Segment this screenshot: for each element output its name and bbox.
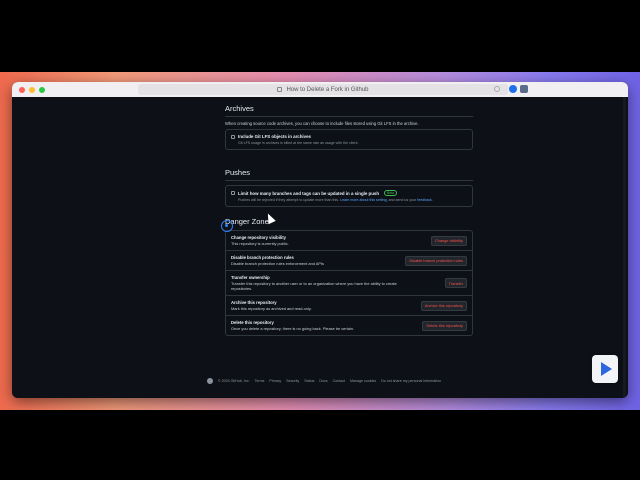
danger-zone-row: Disable branch protection rules Disable b… — [226, 250, 472, 270]
include-lfs-checkbox[interactable] — [231, 134, 235, 139]
lock-icon — [277, 87, 283, 92]
danger-row-text: Archive this repository Mark this reposit… — [231, 300, 411, 311]
danger-row-button[interactable]: Transfer — [444, 278, 467, 289]
footer-copyright: © 2024 GitHub, Inc. — [218, 379, 250, 383]
danger-row-description: This repository is currently public. — [231, 241, 289, 246]
limit-push-note-middle: , and send us your — [386, 198, 417, 202]
danger-row-button[interactable]: Delete this repository — [422, 320, 467, 331]
danger-row-description: Mark this repository as archived and rea… — [231, 306, 312, 312]
danger-row-title: Delete this repository — [231, 320, 274, 326]
danger-row-description: Transfer this repository to another user… — [231, 281, 397, 292]
danger-zone-row: Archive this repository Mark this reposit… — [226, 295, 472, 315]
danger-row-button[interactable]: Archive this repository — [420, 300, 467, 311]
window-controls — [19, 86, 45, 93]
include-lfs-label: Include Git LFS objects in archives — [238, 134, 311, 139]
danger-zone-box: Change repository visibility This reposit… — [225, 230, 473, 337]
danger-row-text: Transfer ownership Transfer this reposito… — [231, 275, 411, 291]
footer-link[interactable]: Contact — [333, 379, 345, 383]
browser-window: How to Delete a Fork in Github Archives … — [12, 82, 628, 398]
danger-zone-row: Change repository visibility This reposit… — [226, 231, 472, 250]
danger-row-title: Disable branch protection rules — [231, 255, 294, 261]
extension-icon-secondary[interactable] — [520, 85, 528, 93]
pushes-heading: Pushes — [225, 168, 251, 177]
danger-row-button[interactable]: Change visibility — [430, 235, 467, 246]
maximize-window-button[interactable] — [39, 86, 45, 93]
danger-row-text: Change repository visibility This reposit… — [231, 235, 411, 246]
limit-push-label: Limit how many branches and tags can be … — [238, 190, 380, 196]
archives-section: Archives When creating source code archi… — [225, 104, 473, 150]
footer-link[interactable]: Status — [304, 379, 314, 383]
archives-option-box: Include Git LFS objects in archives Git … — [225, 129, 473, 150]
click-indicator-icon — [221, 220, 233, 232]
beta-badge: Beta — [384, 190, 397, 196]
learn-more-link[interactable]: Learn more about this setting — [340, 198, 387, 202]
divider — [225, 180, 473, 181]
page-footer: © 2024 GitHub, Inc. Terms Privacy Security… — [207, 378, 441, 384]
limit-push-checkbox[interactable] — [231, 191, 235, 195]
danger-row-text: Disable branch protection rules Disable b… — [231, 255, 405, 266]
pushes-section: Pushes Limit how many branches and tags … — [225, 168, 473, 207]
limit-push-note-suffix: . — [431, 198, 433, 202]
screen-stage: How to Delete a Fork in Github Archives … — [0, 0, 640, 480]
feedback-link[interactable]: feedback — [417, 198, 432, 202]
footer-link[interactable]: Security — [286, 379, 299, 383]
footer-link[interactable]: Terms — [255, 379, 265, 383]
page-content: Archives When creating source code archi… — [12, 97, 628, 398]
footer-link[interactable]: Manage cookies — [350, 379, 376, 383]
danger-row-description: Disable branch protection rules enforcem… — [231, 261, 324, 267]
danger-zone-row: Transfer ownership Transfer this reposito… — [226, 270, 472, 295]
tab-title: How to Delete a Fork in Github — [286, 86, 369, 93]
danger-zone-section: Danger Zone Change repository visibility… — [225, 217, 473, 337]
close-window-button[interactable] — [19, 86, 25, 93]
danger-row-description: Once you delete a repository, there is n… — [231, 326, 354, 332]
browser-titlebar: How to Delete a Fork in Github — [12, 82, 628, 97]
footer-link[interactable]: Do not share my personal information — [381, 379, 441, 383]
pushes-option-box: Limit how many branches and tags can be … — [225, 185, 473, 207]
danger-row-title: Archive this repository — [231, 300, 277, 306]
archives-heading: Archives — [225, 104, 254, 113]
limit-push-note: Pushes will be rejected if they attempt … — [238, 198, 467, 202]
danger-row-title: Change repository visibility — [231, 235, 286, 240]
footer-link[interactable]: Docs — [319, 379, 327, 383]
danger-zone-heading: Danger Zone — [225, 217, 269, 226]
archives-description: When creating source code archives, you … — [225, 121, 419, 126]
reload-icon[interactable] — [494, 86, 500, 92]
divider — [225, 116, 473, 117]
limit-push-note-text: Pushes will be rejected if they attempt … — [238, 198, 340, 202]
danger-row-title: Transfer ownership — [231, 275, 270, 281]
github-logo-icon[interactable] — [207, 378, 213, 384]
footer-link[interactable]: Privacy — [269, 379, 281, 383]
minimize-window-button[interactable] — [29, 86, 35, 93]
address-bar[interactable]: How to Delete a Fork in Github — [138, 84, 508, 95]
page-scrollbar[interactable] — [623, 97, 626, 398]
danger-row-text: Delete this repository Once you delete a … — [231, 320, 411, 331]
danger-row-button[interactable]: Disable branch protection rules — [405, 255, 467, 266]
danger-zone-row: Delete this repository Once you delete a … — [226, 315, 472, 335]
extension-icon[interactable] — [509, 85, 517, 93]
video-play-button[interactable] — [592, 355, 618, 383]
play-icon — [601, 362, 612, 376]
include-lfs-note: Git LFS usage in archives is billed at t… — [238, 141, 359, 145]
